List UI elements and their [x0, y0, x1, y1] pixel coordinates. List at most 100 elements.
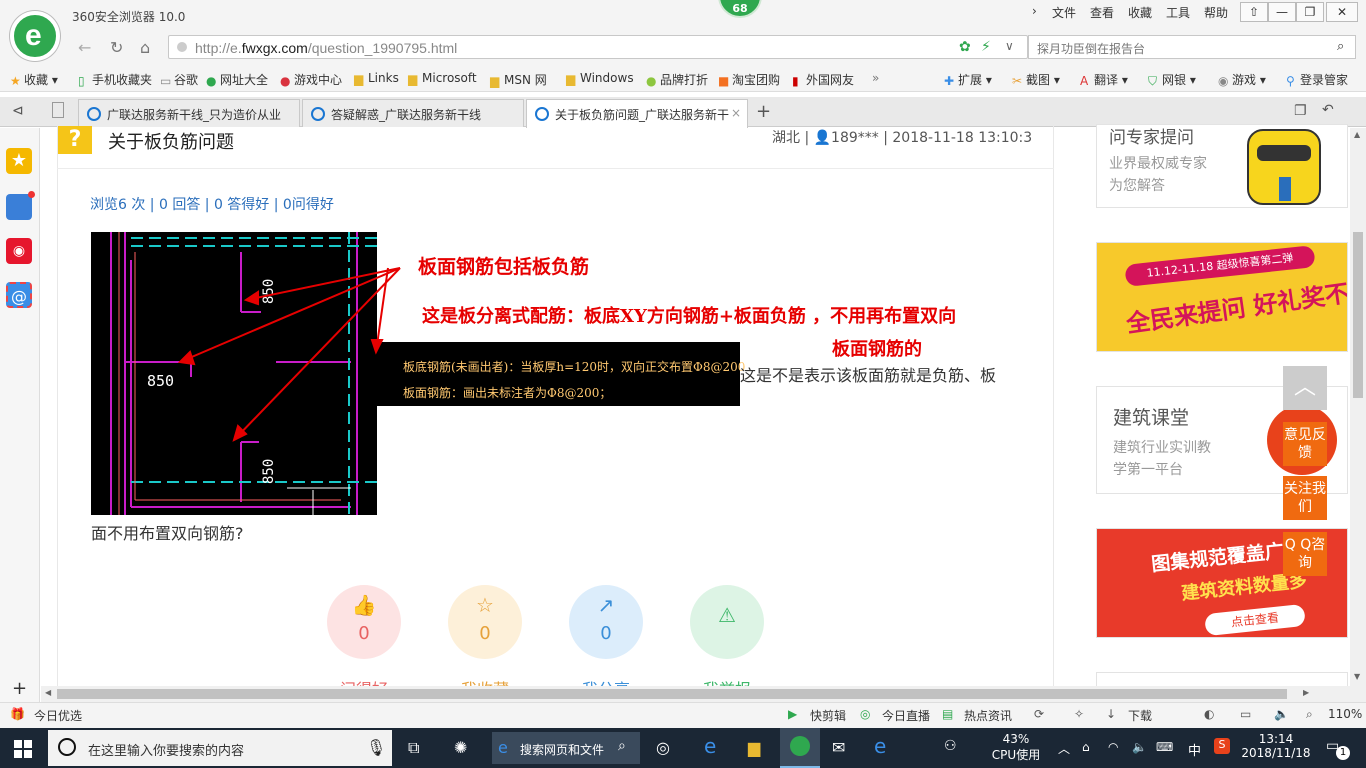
restore-tabs-icon[interactable]: ❐ [1294, 103, 1307, 119]
status-zoom[interactable]: 110% [1328, 707, 1362, 721]
toolbar-games[interactable]: ◉ 游戏 ▾ [1218, 71, 1266, 88]
keyboard-icon[interactable]: ⌨ [1156, 740, 1173, 754]
question-stats[interactable]: 浏览6 次 | 0 回答 | 0 答得好 | 0问得好 [90, 194, 334, 214]
file-explorer-icon[interactable]: ▆ [748, 738, 760, 757]
email-icon[interactable]: @ [6, 282, 32, 308]
wifi-icon[interactable]: ◠ [1108, 740, 1118, 754]
scrollbar-thumb[interactable] [57, 689, 1287, 699]
zoom-icon[interactable]: ⌕ [1306, 707, 1313, 722]
toolbar-extensions[interactable]: ✚ 扩展 ▾ [944, 71, 992, 88]
taskbar-search-input[interactable]: 在这里输入你要搜索的内容 [88, 740, 244, 759]
download-icon[interactable]: ↓ [1106, 707, 1116, 721]
status-live[interactable]: 今日直播 [882, 707, 930, 724]
volume-icon[interactable]: 🔈 [1274, 707, 1289, 721]
bookmark-hao360[interactable]: ● 网址大全 [206, 71, 268, 88]
scrollbar-thumb[interactable] [1353, 232, 1363, 398]
share-button[interactable]: ↗ 0 [569, 585, 643, 659]
bookmark-windows[interactable]: ▆ Windows [566, 71, 634, 86]
sogou-ime-icon[interactable]: S [1214, 738, 1230, 754]
app-swirl-icon[interactable]: ◎ [656, 738, 670, 757]
home-button[interactable]: ⌂ [140, 38, 150, 57]
video-edit-icon[interactable]: ▶ [788, 707, 797, 721]
tools-icon[interactable]: ✧ [1074, 707, 1084, 721]
bookmark-brand-sale[interactable]: ● 品牌打折 [646, 71, 708, 88]
status-download[interactable]: 下载 [1128, 707, 1152, 724]
toolbar-translate[interactable]: A 翻译 ▾ [1080, 71, 1128, 88]
tray-chevron-icon[interactable]: ︿ [1058, 740, 1070, 757]
ad-promo-banner[interactable]: 11.12-11.18 超级惊喜第二弹 全民来提问 好礼奖不停 [1096, 242, 1348, 352]
scroll-right-icon[interactable]: ▶ [1303, 688, 1309, 697]
dropdown-chevron-icon[interactable]: ∨ [1005, 39, 1014, 53]
bookmark-taobao[interactable]: ■ 淘宝团购 [718, 71, 780, 88]
collect-button[interactable]: ☆ 0 [448, 585, 522, 659]
refresh-button[interactable]: ↻ [110, 38, 123, 57]
search-box[interactable]: 探月功臣倒在报告台 ⌕ [1028, 35, 1356, 59]
people-icon[interactable]: ⚇ [944, 738, 957, 754]
taskbar-web-search[interactable]: e 搜索网页和文件 ⌕ [492, 732, 640, 764]
taskbar-360-browser[interactable] [780, 728, 820, 768]
weibo-icon[interactable]: ◉ [6, 238, 32, 264]
report-label[interactable]: 我举报 [672, 676, 782, 686]
close-tab-icon[interactable]: × [731, 106, 741, 120]
edge-browser-icon[interactable]: e [874, 734, 886, 758]
bookmark-foreign[interactable]: ▮ 外国网友 [792, 71, 854, 88]
new-tab-button[interactable]: + [756, 101, 771, 122]
browser-logo-icon[interactable]: e [10, 11, 60, 61]
windows-start-icon[interactable] [14, 740, 32, 758]
mail-icon[interactable]: ✉ [832, 738, 845, 757]
ad-atlas-button[interactable]: 点击查看 [1204, 603, 1306, 637]
ie-icon[interactable]: e [704, 734, 716, 758]
ad-ask-expert[interactable]: 问专家提问 业界最权威专家 为您解答 [1096, 124, 1348, 208]
reading-list-icon[interactable] [6, 191, 35, 220]
speed-mode-icon[interactable]: ⚡ [981, 39, 991, 55]
bookmark-games[interactable]: ● 游戏中心 [280, 71, 342, 88]
close-button[interactable]: ✕ [1326, 2, 1358, 22]
like-button[interactable]: 👍 0 [327, 585, 401, 659]
menu-view[interactable]: 查看 [1090, 4, 1114, 21]
minimize-button[interactable]: — [1268, 2, 1296, 22]
task-view-icon[interactable]: ⧉ [408, 738, 419, 758]
menu-chevron-icon[interactable]: › [1032, 4, 1037, 18]
live-icon[interactable]: ◎ [860, 707, 870, 721]
vertical-scrollbar[interactable]: ▲ ▼ [1350, 128, 1366, 686]
menu-tools[interactable]: 工具 [1166, 4, 1190, 21]
microphone-icon[interactable]: 🎙 [366, 738, 386, 757]
speed-icon[interactable]: ⟳ [1034, 707, 1044, 721]
sidebar-toggle-icon[interactable]: ⊲ [12, 103, 24, 119]
menu-favorites[interactable]: 收藏 [1128, 4, 1152, 21]
tab-2[interactable]: 答疑解惑_广联达服务新干线 [302, 99, 524, 127]
collect-label[interactable]: 我收藏 [430, 676, 540, 686]
follow-us-button[interactable]: 关注我们 [1283, 476, 1327, 520]
horizontal-scrollbar[interactable]: ◀ ▶ [41, 686, 1366, 702]
window-icon[interactable]: ▭ [1240, 707, 1251, 721]
like-label[interactable]: 问得好 [309, 676, 419, 686]
gift-icon[interactable]: 🎁 [10, 707, 25, 721]
taskbar-search[interactable]: 在这里输入你要搜索的内容 🎙 [48, 730, 392, 766]
notification-count[interactable]: 1 [1336, 746, 1350, 760]
clock[interactable]: 13:14 2018/11/18 [1238, 732, 1314, 760]
scroll-left-icon[interactable]: ◀ [45, 688, 51, 697]
back-to-top-button[interactable]: ︿ [1283, 366, 1327, 410]
tab-list-icon[interactable] [52, 102, 64, 118]
feedback-button[interactable]: 意见反馈 [1283, 422, 1327, 466]
menu-file[interactable]: 文件 [1052, 4, 1076, 21]
cpu-usage[interactable]: 43% CPU使用 [988, 732, 1044, 763]
restore-button[interactable]: ❐ [1296, 2, 1324, 22]
bookmark-links[interactable]: ▆ Links [354, 71, 399, 86]
scroll-down-icon[interactable]: ▼ [1354, 672, 1360, 681]
favorites-star-icon[interactable]: ★ [6, 148, 32, 174]
add-sidebar-icon[interactable]: + [12, 678, 27, 699]
report-button[interactable]: ⚠ [690, 585, 764, 659]
clean-icon[interactable]: ◐ [1204, 707, 1214, 721]
scroll-up-icon[interactable]: ▲ [1354, 130, 1360, 139]
site-info-icon[interactable] [177, 42, 187, 52]
menu-help[interactable]: 帮助 [1204, 4, 1228, 21]
app-pinwheel-icon[interactable]: ✺ [454, 738, 467, 757]
address-url[interactable]: http://e.fwxgx.com/question_1990795.html [195, 40, 457, 56]
search-icon[interactable]: ⌕ [1337, 39, 1344, 54]
bookmarks-more-button[interactable]: » [872, 71, 879, 85]
undo-close-icon[interactable]: ↶ [1322, 102, 1334, 118]
toolbar-netbank[interactable]: ⛉ 网银 ▾ [1148, 71, 1196, 88]
toolbar-login-manager[interactable]: ⚲ 登录管家 [1286, 71, 1348, 88]
security-shield-icon[interactable]: ✿ [959, 39, 971, 55]
